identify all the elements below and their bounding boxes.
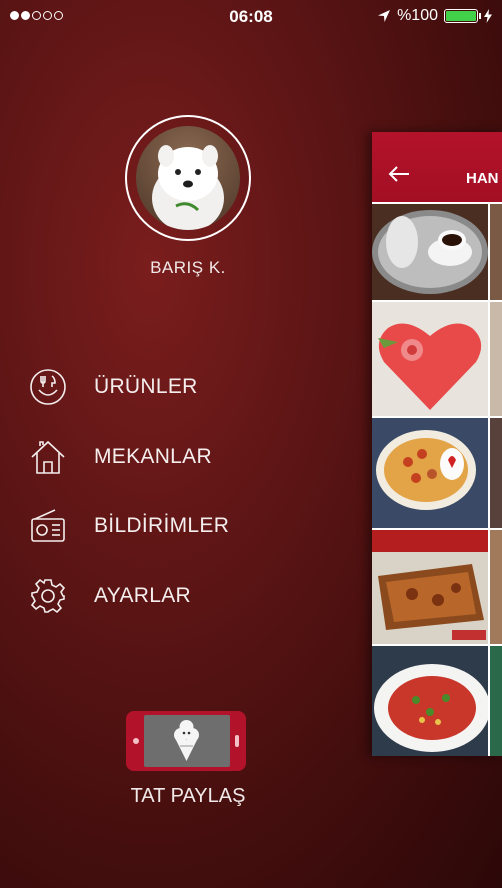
menu-item-mekanlar[interactable]: MEKANLAR [28,435,288,479]
photo-partial[interactable] [490,204,502,300]
photo-pizza[interactable] [372,530,488,644]
tat-paylas-brand[interactable]: TAT PAYLAŞ [124,705,252,815]
menu-item-bildirimler[interactable]: BİLDİRİMLER [28,504,288,548]
location-arrow-icon [378,10,391,22]
photo-partial[interactable] [490,646,502,756]
photo-heart-cake[interactable] [372,302,488,416]
gear-icon [28,576,68,616]
house-icon [28,437,68,477]
photo-salad[interactable] [372,646,488,756]
panel-header: HAN [372,132,502,202]
battery-percent: %100 [397,7,438,24]
photo-turkish-coffee[interactable] [372,204,488,300]
radio-icon [28,506,68,546]
menu-label-bildirimler: BİLDİRİMLER [94,514,230,537]
menu-item-urunler[interactable]: ÜRÜNLER [28,365,288,409]
menu-item-ayarlar[interactable]: AYARLAR [28,574,288,618]
menu-label-ayarlar: AYARLAR [94,584,192,607]
status-bar: 06:08 %100 [0,0,502,34]
phone-ice-cream-icon [126,711,246,771]
menu-label-urunler: ÜRÜNLER [94,375,198,398]
brand-label: TAT PAYLAŞ [130,785,246,807]
photo-partial[interactable] [490,530,502,644]
photo-partial[interactable] [490,418,502,528]
utensils-plate-icon [28,367,68,407]
arrow-left-icon[interactable] [388,166,410,182]
battery-icon [444,9,481,23]
photo-meze-plate[interactable] [372,418,488,528]
charging-bolt-icon [484,9,492,23]
menu-label-mekanlar: MEKANLAR [94,445,212,468]
photo-partial[interactable] [490,302,502,416]
content-panel-preview[interactable]: HAN [372,132,502,756]
avatar[interactable] [136,126,240,230]
profile-avatar-ring[interactable] [125,115,251,241]
user-name: BARIŞ K. [150,258,226,277]
panel-title: HAN [466,170,499,187]
